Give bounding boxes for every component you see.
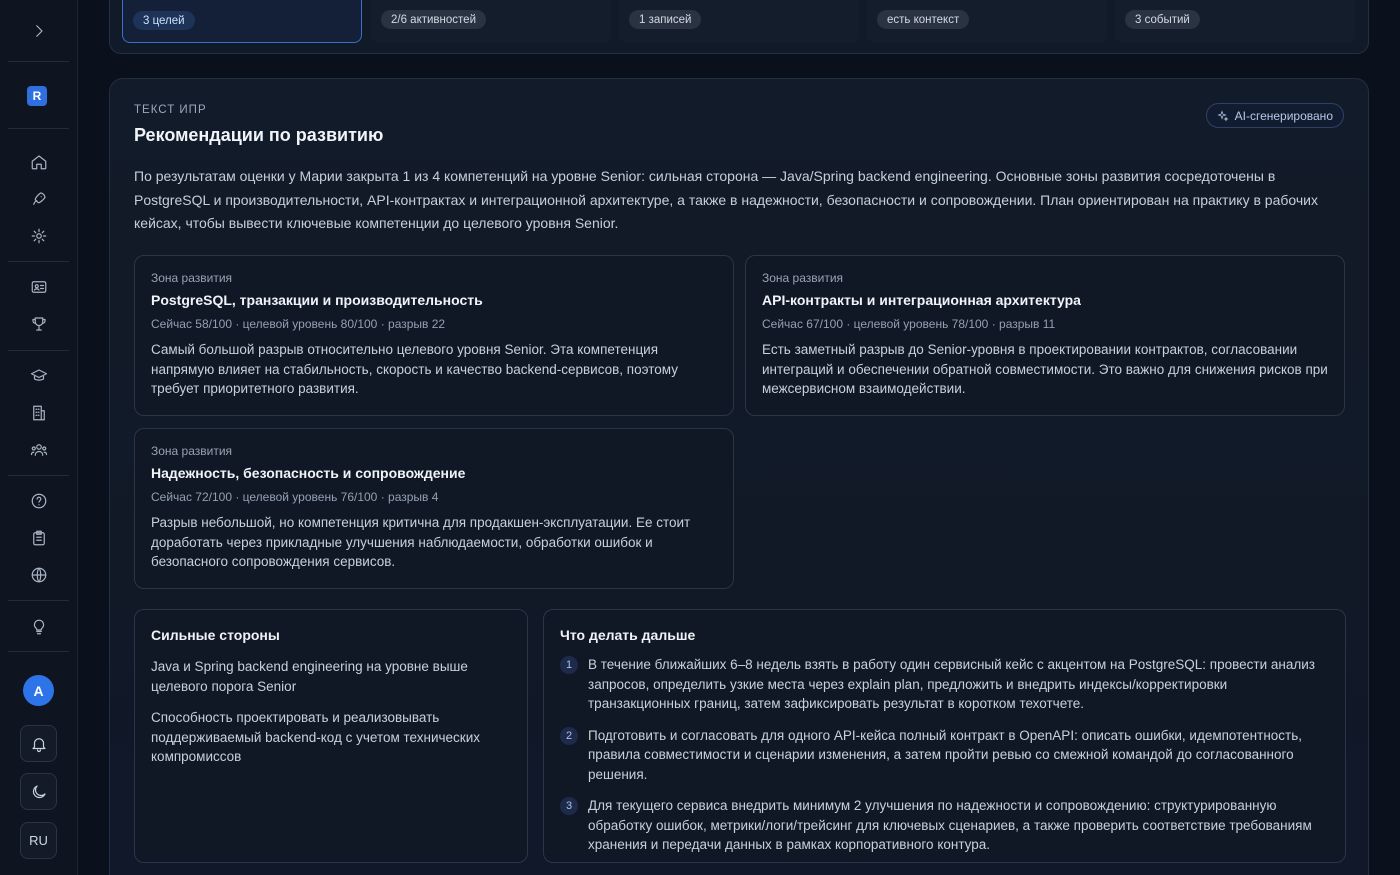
notifications-button[interactable] <box>20 725 57 762</box>
sparkles-icon <box>1216 109 1229 122</box>
moon-icon <box>32 784 46 798</box>
chevron-right-icon[interactable] <box>26 18 52 44</box>
sidebar-divider <box>8 261 69 262</box>
rocket-icon[interactable] <box>26 186 52 212</box>
step-number-badge: 3 <box>560 797 578 815</box>
users-icon[interactable] <box>26 437 52 463</box>
zone-label: Зона развития <box>762 271 844 285</box>
context-badge: есть контекст <box>877 10 970 29</box>
step-text: В течение ближайших 6–8 недель взять в р… <box>588 657 1315 711</box>
zone-label: Зона развития <box>151 444 233 458</box>
goals-count-badge: 3 целей <box>133 11 195 30</box>
ai-badge-label: AI-сгенерировано <box>1234 108 1333 123</box>
summary-tile-events[interactable]: 3 событий <box>1115 0 1355 43</box>
next-steps-title: Что делать дальше <box>560 627 696 643</box>
events-count-badge: 3 событий <box>1125 10 1200 29</box>
sidebar-divider <box>8 651 69 652</box>
avatar[interactable]: A <box>23 675 54 706</box>
strengths-title: Сильные стороны <box>151 627 280 643</box>
zone-label: Зона развития <box>151 271 233 285</box>
workspace-badge[interactable]: R <box>27 86 47 106</box>
zone-title: Надежность, безопасность и сопровождение <box>151 465 466 481</box>
next-step-item: 3 Для текущего сервиса внедрить минимум … <box>560 796 1329 855</box>
development-zone-card: Зона развития API-контракты и интеграцио… <box>745 255 1345 416</box>
lightbulb-icon[interactable] <box>26 614 52 640</box>
sidebar-divider <box>8 61 69 62</box>
zone-description: Есть заметный разрыв до Senior-уровня в … <box>762 342 1328 396</box>
zone-title: API-контракты и интеграционная архитекту… <box>762 292 1081 308</box>
language-button[interactable]: RU <box>20 822 57 859</box>
trophy-icon[interactable] <box>26 311 52 337</box>
sidebar-divider <box>8 350 69 351</box>
summary-tile-activities[interactable]: 2/6 активностей <box>371 0 611 43</box>
next-steps-card: Что делать дальше 1 В течение ближайших … <box>543 609 1346 863</box>
recommendations-card: ТЕКСТ ИПР Рекомендации по развитию AI-сг… <box>109 78 1369 875</box>
development-zone-card: Зона развития PostgreSQL, транзакции и п… <box>134 255 734 416</box>
next-step-item: 1 В течение ближайших 6–8 недель взять в… <box>560 655 1329 714</box>
bell-icon <box>31 737 46 752</box>
step-number-badge: 1 <box>560 656 578 674</box>
theme-toggle-button[interactable] <box>20 773 57 810</box>
sidebar-divider <box>8 600 69 601</box>
clipboard-icon[interactable] <box>26 525 52 551</box>
strength-item: Java и Spring backend engineering на уро… <box>151 659 468 694</box>
ai-generated-badge: AI-сгенерировано <box>1205 103 1344 128</box>
zone-title: PostgreSQL, транзакции и производительно… <box>151 292 483 308</box>
development-zone-card: Зона развития Надежность, безопасность и… <box>134 428 734 589</box>
records-count-badge: 1 записей <box>629 10 702 29</box>
home-icon[interactable] <box>26 149 52 175</box>
step-number-badge: 2 <box>560 726 578 745</box>
next-step-item: 2 Подготовить и согласовать для одного A… <box>560 726 1329 785</box>
page-title: Рекомендации по развитию <box>134 125 384 145</box>
zone-score-meta: Сейчас 58/100 · целевой уровень 80/100 ·… <box>151 317 446 331</box>
plan-summary-card: 3 целей 2/6 активностей 1 записей есть к… <box>109 0 1369 54</box>
sidebar-divider <box>8 475 69 476</box>
summary-tile-context[interactable]: есть контекст <box>867 0 1107 43</box>
globe-icon[interactable] <box>26 562 52 588</box>
activities-count-badge: 2/6 активностей <box>381 10 486 29</box>
sidebar: R A RU <box>0 0 78 875</box>
zone-description: Разрыв небольшой, но компетенция критичн… <box>151 515 691 569</box>
section-eyebrow: ТЕКСТ ИПР <box>134 104 207 116</box>
zone-description: Самый большой разрыв относительно целево… <box>151 342 678 396</box>
step-text: Подготовить и согласовать для одного API… <box>588 727 1303 782</box>
help-icon[interactable] <box>26 488 52 514</box>
sidebar-divider <box>8 128 69 129</box>
language-label: RU <box>29 833 48 848</box>
strengths-card: Сильные стороны Java и Spring backend en… <box>134 609 528 863</box>
summary-tile-goals[interactable]: 3 целей <box>122 0 362 43</box>
zone-score-meta: Сейчас 67/100 · целевой уровень 78/100 ·… <box>762 317 1056 331</box>
step-text: Для текущего сервиса внедрить минимум 2 … <box>588 798 1312 852</box>
intro-paragraph: По результатам оценки у Марии закрыта 1 … <box>134 168 1318 231</box>
zone-score-meta: Сейчас 72/100 · целевой уровень 76/100 ·… <box>151 490 439 504</box>
summary-tile-records[interactable]: 1 записей <box>619 0 859 43</box>
graduation-cap-icon[interactable] <box>26 363 52 389</box>
strength-item: Способность проектировать и реализовыват… <box>151 710 481 764</box>
building-icon[interactable] <box>26 400 52 426</box>
id-card-icon[interactable] <box>26 274 52 300</box>
settings-icon[interactable] <box>26 223 52 249</box>
